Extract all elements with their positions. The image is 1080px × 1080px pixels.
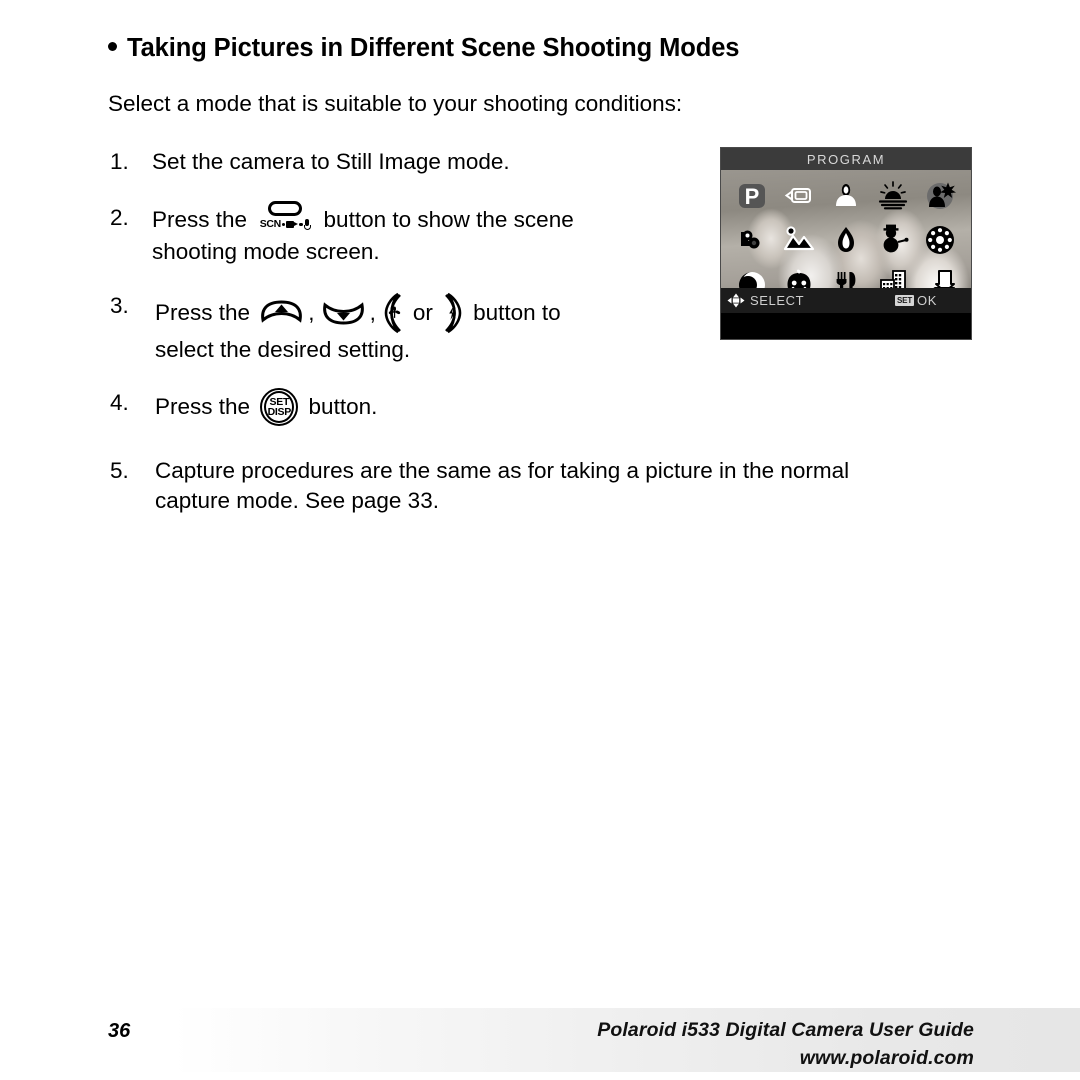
landscape-mode-icon[interactable] <box>782 223 816 257</box>
step-number: 2. <box>110 204 129 230</box>
step-text: Capture procedures are the same as for t… <box>155 458 850 484</box>
snow-mode-icon[interactable] <box>876 223 910 257</box>
scene-mode-row-1: P <box>721 176 971 216</box>
page-title-text: Taking Pictures in Different Scene Shoot… <box>127 34 740 62</box>
portrait-mode-icon[interactable] <box>829 179 863 213</box>
page-footer: 36 Polaroid i533 Digital Camera User Gui… <box>0 1008 1080 1072</box>
lcd-title-bar: PROGRAM <box>721 148 971 170</box>
right-flash-button-icon <box>441 291 465 335</box>
set-disp-button-icon: SET DISP <box>260 388 299 427</box>
step-item: 4. Press the SET DISP button. <box>108 388 988 427</box>
video-camera-icon <box>286 219 298 229</box>
step-number: 5. <box>110 458 129 484</box>
step-text-after: button to show the scene <box>317 207 574 233</box>
scn-button-pill-shape <box>268 200 303 216</box>
website-url[interactable]: www.polaroid.com <box>597 1044 974 1072</box>
step-text-line2: select the desired setting. <box>155 336 411 362</box>
step-text: Press the <box>155 299 257 325</box>
select-label: SELECT <box>750 293 805 308</box>
microphone-icon <box>303 218 311 230</box>
document-page: Taking Pictures in Different Scene Shoot… <box>0 0 1080 1080</box>
program-mode-icon[interactable]: P <box>735 179 769 213</box>
separator-comma: , <box>308 299 315 325</box>
step-number: 1. <box>110 149 129 175</box>
scn-button-label: SCN <box>256 216 314 233</box>
bullet-icon <box>108 42 117 51</box>
step-text-line2: shooting mode screen. <box>152 238 380 264</box>
up-arrow-button-icon <box>258 298 305 328</box>
set-key-badge: SET <box>895 295 915 306</box>
night-portrait-mode-icon[interactable] <box>923 179 957 213</box>
footer-branding: Polaroid i533 Digital Camera User Guide … <box>597 1016 974 1073</box>
page-title: Taking Pictures in Different Scene Shoot… <box>108 34 988 62</box>
set-disp-label: SET DISP <box>260 388 298 426</box>
step-text: Press the <box>155 394 257 420</box>
step-number: 4. <box>110 390 129 416</box>
guide-title: Polaroid i533 Digital Camera User Guide <box>597 1019 974 1041</box>
lcd-select-hint: SELECT <box>727 293 804 308</box>
step-text-after: button to <box>466 299 561 325</box>
step-text-line2: capture mode. See page 33. <box>155 487 439 513</box>
step-text-after: button. <box>302 394 378 420</box>
left-macro-button-icon <box>381 291 405 335</box>
step-text: Press the <box>152 207 254 233</box>
separator-comma: , <box>369 299 376 325</box>
sports-mode-icon[interactable] <box>735 223 769 257</box>
lcd-status-bar: SELECT SET OK <box>721 288 971 313</box>
camera-lcd-screenshot: PROGRAM P SELECT SET OK <box>720 147 972 340</box>
lcd-title-text: PROGRAM <box>806 151 886 167</box>
disp-label-text: DISP <box>267 406 292 419</box>
step-text: Set the camera to Still Image mode. <box>152 149 510 175</box>
step-item: 5. Capture procedures are the same as fo… <box>108 456 988 515</box>
lcd-ok-hint: SET OK <box>895 293 965 308</box>
intro-paragraph: Select a mode that is suitable to your s… <box>108 91 683 117</box>
four-way-arrow-icon <box>727 293 745 308</box>
scene-mode-row-2 <box>721 220 971 260</box>
or-conjunction: or <box>412 299 433 325</box>
svg-text:P: P <box>745 184 760 209</box>
sunset-mode-icon[interactable] <box>876 179 910 213</box>
video-clip-mode-icon[interactable] <box>782 179 816 213</box>
scn-label-text: SCN <box>259 218 281 231</box>
dot-separator-icon <box>299 222 303 227</box>
dot-separator-icon <box>281 222 286 227</box>
page-number: 36 <box>108 1020 131 1042</box>
ok-label: OK <box>917 293 937 308</box>
lcd-scene-mode-grid: P SELECT SET OK <box>721 170 971 313</box>
candlelight-mode-icon[interactable] <box>829 223 863 257</box>
fireworks-mode-icon[interactable] <box>923 223 957 257</box>
down-arrow-button-icon <box>320 298 367 328</box>
step-number: 3. <box>110 292 129 318</box>
scn-button-icon: SCN <box>256 200 314 237</box>
